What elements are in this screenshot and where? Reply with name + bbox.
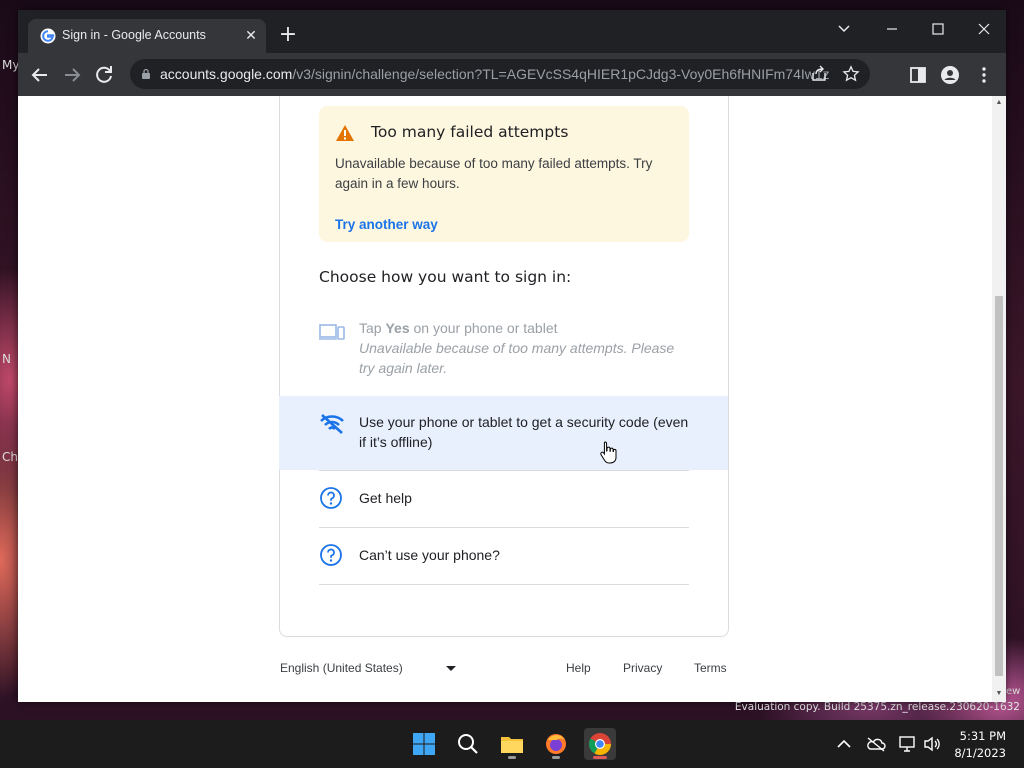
option-security-code[interactable]: Use your phone or tablet to get a securi…	[319, 412, 689, 456]
clock-time: 5:31 PM	[959, 729, 1006, 743]
help-circle-icon	[320, 487, 342, 509]
tab-search-button[interactable]	[826, 15, 862, 43]
chevron-up-icon[interactable]	[834, 734, 854, 754]
option-cant-use-phone[interactable]: Can’t use your phone?	[319, 543, 689, 583]
running-indicator	[508, 756, 516, 759]
warning-title: Too many failed attempts	[371, 123, 569, 141]
desktop-icon-label[interactable]: Ch	[2, 450, 18, 464]
firefox-icon	[546, 734, 566, 754]
clock-date: 8/1/2023	[954, 746, 1006, 760]
option-cant-use-phone-label: Can’t use your phone?	[359, 547, 500, 563]
devices-icon	[319, 324, 345, 340]
chrome-button[interactable]	[584, 728, 616, 760]
footer-terms-link[interactable]: Terms	[694, 661, 727, 675]
warning-text: Unavailable because of too many failed a…	[335, 156, 653, 191]
option-tap-yes: Tap Yes on your phone or tablet Unavaila…	[319, 318, 689, 380]
language-select[interactable]: English (United States)	[280, 661, 403, 675]
reload-icon[interactable]	[92, 63, 116, 87]
share-icon[interactable]	[810, 65, 828, 83]
file-explorer-button[interactable]	[496, 728, 528, 760]
taskbar: 5:31 PM 8/1/2023	[0, 720, 1024, 768]
onedrive-icon[interactable]	[866, 734, 886, 754]
address-bar[interactable]: accounts.google.com/v3/signin/challenge/…	[130, 59, 870, 89]
network-icon[interactable]	[898, 734, 918, 754]
url-path: /v3/signin/challenge/selection?TL=AGEVcS…	[292, 66, 830, 82]
search-button[interactable]	[452, 728, 484, 760]
option-tap-yes-bold: Yes	[385, 320, 410, 336]
option-tap-yes-sub: Unavailable because of too many attempts…	[359, 340, 675, 376]
close-window-button[interactable]	[966, 15, 1002, 43]
try-another-way-link[interactable]: Try another way	[335, 217, 438, 232]
tab-sign-in[interactable]: Sign in - Google Accounts ✕	[28, 19, 266, 53]
maximize-icon	[932, 23, 944, 35]
offline-code-icon	[320, 414, 344, 434]
scroll-up-icon[interactable]: ▲	[995, 99, 1003, 107]
divider	[319, 527, 689, 528]
chevron-down-icon	[838, 25, 850, 33]
evaluation-watermark: Evaluation copy. Build 25375.zn_release.…	[734, 701, 1020, 713]
scrollbar-thumb[interactable]	[995, 296, 1003, 676]
browser-toolbar: accounts.google.com/v3/signin/challenge/…	[18, 53, 1006, 96]
lock-icon[interactable]	[140, 68, 152, 80]
warning-box: Too many failed attempts Unavailable bec…	[319, 106, 689, 242]
tab-strip: Sign in - Google Accounts ✕ +	[18, 10, 1006, 53]
google-favicon-icon	[40, 28, 56, 44]
kebab-menu-icon[interactable]	[974, 65, 994, 85]
minimize-button[interactable]	[874, 15, 910, 43]
desktop-icon-label: ew	[1006, 686, 1021, 697]
chrome-icon	[589, 733, 611, 755]
hand-cursor-icon	[600, 441, 617, 464]
start-icon	[413, 733, 435, 755]
option-get-help-label: Get help	[359, 490, 412, 506]
scroll-down-icon[interactable]: ▼	[995, 690, 1003, 698]
page-scrollbar[interactable]: ▲ ▼	[992, 96, 1006, 702]
footer-privacy-link[interactable]: Privacy	[623, 661, 662, 675]
choose-method-heading: Choose how you want to sign in:	[319, 268, 572, 286]
volume-icon[interactable]	[922, 734, 942, 754]
close-icon	[978, 23, 990, 35]
caret-down-icon[interactable]	[446, 666, 456, 671]
search-icon	[458, 734, 478, 754]
firefox-button[interactable]	[540, 728, 572, 760]
option-tap-yes-post: on your phone or tablet	[409, 320, 558, 336]
star-icon[interactable]	[842, 65, 860, 83]
desktop-icon-label[interactable]: My	[2, 58, 19, 72]
side-panel-icon[interactable]	[908, 65, 928, 85]
option-tap-yes-text: Tap Yes on your phone or tablet Unavaila…	[359, 318, 689, 378]
divider	[319, 470, 689, 471]
maximize-button[interactable]	[920, 15, 956, 43]
arrow-left-icon[interactable]	[28, 63, 52, 87]
warning-triangle-icon	[336, 125, 354, 141]
url-host: accounts.google.com	[160, 66, 293, 82]
footer-help-link[interactable]: Help	[566, 661, 591, 675]
page-viewport: Too many failed attempts Unavailable bec…	[18, 96, 1006, 702]
url-text[interactable]: accounts.google.com/v3/signin/challenge/…	[160, 66, 830, 82]
arrow-right-icon[interactable]	[60, 63, 84, 87]
system-clock[interactable]: 5:31 PM 8/1/2023	[954, 728, 1006, 762]
minimize-icon	[887, 28, 897, 30]
profile-icon[interactable]	[940, 65, 960, 85]
tab-close-icon[interactable]: ✕	[242, 27, 260, 45]
desktop-icon-label[interactable]: N	[2, 352, 11, 366]
browser-window: Sign in - Google Accounts ✕ + accounts.g…	[18, 10, 1006, 702]
option-tap-yes-pre: Tap	[359, 320, 386, 336]
start-button[interactable]	[408, 728, 440, 760]
new-tab-button[interactable]: +	[276, 24, 300, 48]
help-circle-icon	[320, 544, 342, 566]
running-indicator	[593, 756, 607, 759]
tab-title: Sign in - Google Accounts	[62, 28, 206, 42]
running-indicator	[552, 756, 560, 759]
option-get-help[interactable]: Get help	[319, 486, 689, 526]
file-explorer-icon	[501, 737, 523, 753]
option-security-code-label: Use your phone or tablet to get a securi…	[359, 414, 689, 450]
divider	[319, 584, 689, 585]
